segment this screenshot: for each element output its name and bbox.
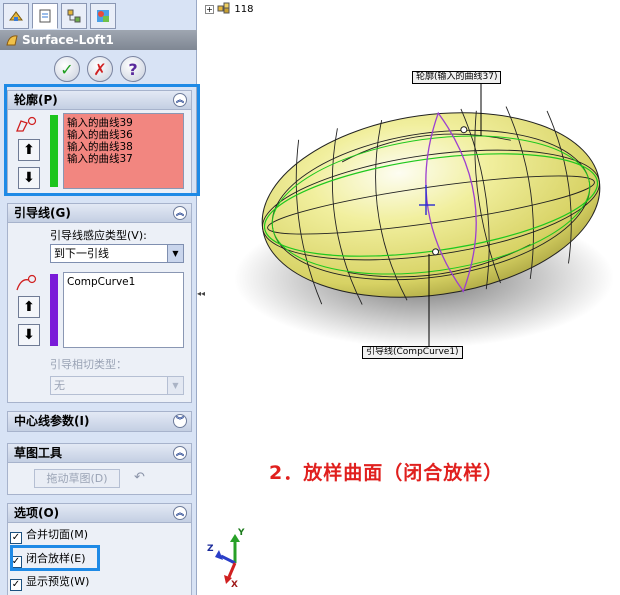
show-preview-checkbox[interactable]: ✓: [10, 579, 22, 591]
chevron-down-icon[interactable]: ︾: [173, 414, 187, 428]
appearance-tab[interactable]: [90, 3, 116, 29]
guides-header-label: 引导线(G): [14, 206, 71, 220]
sketch-tools-header-label: 草图工具: [14, 446, 63, 460]
influence-type-value: 到下一引线: [54, 247, 109, 260]
centerline-header-label: 中心线参数(I): [14, 414, 90, 428]
profiles-highlight-box: [4, 84, 200, 196]
appearance-tab-icon: [97, 10, 109, 22]
move-up-arrow-icon: ⬆: [23, 299, 35, 315]
merge-tangent-checkbox[interactable]: ✓: [10, 532, 22, 544]
chevron-down-icon: ▼: [167, 377, 183, 394]
undo-icon[interactable]: ↶: [134, 470, 145, 485]
property-manager-tab[interactable]: [32, 3, 58, 29]
merge-tangent-checkbox-row[interactable]: ✓ 合并切面(M): [10, 527, 89, 544]
merge-tangent-label: 合并切面(M): [26, 528, 89, 541]
chevron-up-icon[interactable]: ︽: [173, 506, 187, 520]
sketch-tools-header[interactable]: 草图工具 ︽: [8, 444, 191, 463]
graphics-viewport[interactable]: + 118 轮廓(输入的曲线37) 引导线(CompCurve1) Y Z X …: [199, 0, 620, 595]
move-down-button[interactable]: ⬇: [18, 324, 40, 346]
influence-type-select[interactable]: 到下一引线 ▼: [50, 244, 184, 263]
options-header-label: 选项(O): [14, 506, 60, 520]
configuration-manager-tab[interactable]: [61, 3, 87, 29]
centerline-section: 中心线参数(I) ︾: [7, 411, 192, 432]
feature-manager-tab-icon: [9, 11, 23, 21]
axis-x-label: X: [231, 580, 238, 590]
guide-selection-icon: [16, 274, 37, 291]
property-manager-panel: Surface-Loft1 ✓ ✗ ? 轮廓(P) ︽ ⬆ ⬇ 输入的曲线39 …: [0, 0, 200, 595]
options-header[interactable]: 选项(O) ︽: [8, 504, 191, 523]
loft-model-view: [215, 82, 614, 584]
feature-title-bar: Surface-Loft1: [0, 30, 197, 50]
drag-sketch-button[interactable]: 拖动草图(D): [34, 469, 120, 488]
configuration-manager-tab-icon: [67, 9, 81, 23]
influence-type-label: 引导线感应类型(V):: [50, 229, 147, 242]
tangency-type-select[interactable]: 无 ▼: [50, 376, 184, 395]
show-preview-checkbox-row[interactable]: ✓ 显示预览(W): [10, 574, 90, 591]
ok-button[interactable]: ✓: [54, 56, 80, 82]
help-button[interactable]: ?: [120, 56, 146, 82]
chevron-up-icon[interactable]: ︽: [173, 206, 187, 220]
tangency-type-value: 无: [54, 379, 65, 392]
axis-z-label: Z: [207, 544, 214, 554]
show-preview-label: 显示预览(W): [26, 575, 90, 588]
sketch-tools-section: 草图工具 ︽ 拖动草图(D) ↶: [7, 443, 192, 495]
guides-header[interactable]: 引导线(G) ︽: [8, 204, 191, 223]
move-down-arrow-icon: ⬇: [23, 327, 35, 343]
feature-title: Surface-Loft1: [22, 33, 114, 47]
move-up-button[interactable]: ⬆: [18, 296, 40, 318]
chevron-down-icon: ▼: [167, 245, 183, 262]
guides-list[interactable]: CompCurve1: [63, 272, 184, 348]
cancel-button[interactable]: ✗: [87, 56, 113, 82]
chevron-up-icon[interactable]: ︽: [173, 446, 187, 460]
tangency-type-label: 引导相切类型：: [50, 358, 127, 371]
guides-section: 引导线(G) ︽ 引导线感应类型(V): 到下一引线 ▼ ⬆ ⬇ CompCur…: [7, 203, 192, 403]
closed-loft-highlight-box: [10, 545, 100, 571]
profile-callout[interactable]: 轮廓(输入的曲线37): [412, 71, 502, 84]
manager-tabs: [3, 3, 193, 29]
guide-callout[interactable]: 引导线(CompCurve1): [362, 346, 463, 359]
list-item[interactable]: CompCurve1: [67, 276, 180, 288]
loft-feature-icon: [6, 35, 18, 46]
property-manager-tab-icon: [39, 9, 51, 23]
guide-color-bar: [50, 274, 58, 346]
axis-y-label: Y: [238, 528, 245, 538]
figure-caption: 2．放样曲面（闭合放样）: [269, 462, 504, 484]
centerline-header[interactable]: 中心线参数(I) ︾: [8, 412, 191, 431]
axis-triad: [215, 534, 240, 584]
feature-manager-tab[interactable]: [3, 3, 29, 29]
